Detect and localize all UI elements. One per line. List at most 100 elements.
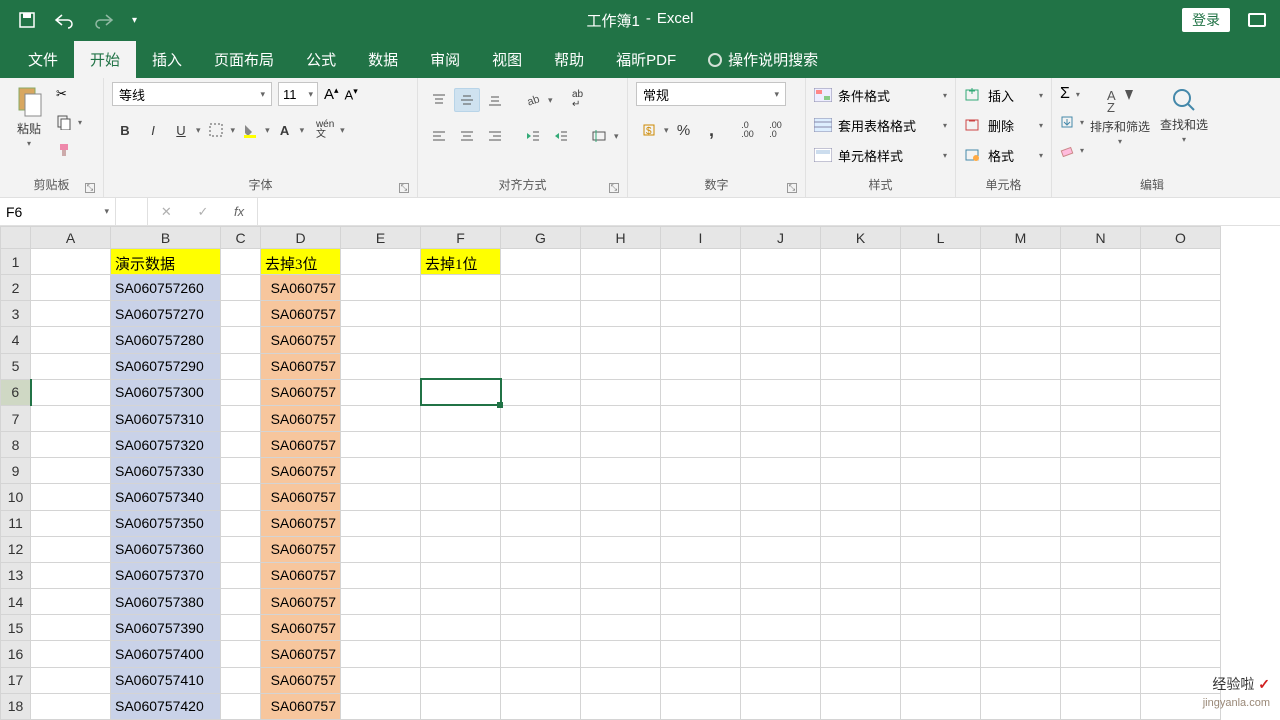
cell-J1[interactable] <box>741 249 821 275</box>
cell-N12[interactable] <box>1061 536 1141 562</box>
cell-M3[interactable] <box>981 301 1061 327</box>
undo-button[interactable] <box>52 11 76 29</box>
cut-button[interactable]: ✂ <box>56 82 82 106</box>
cell-H18[interactable] <box>581 693 661 719</box>
tab-home[interactable]: 开始 <box>74 41 136 78</box>
number-dialog-icon[interactable]: ⤡ <box>787 183 797 193</box>
qat-customize-icon[interactable]: ▾ <box>132 15 137 26</box>
cell-D9[interactable]: SA060757 <box>261 458 341 484</box>
cell-D18[interactable]: SA060757 <box>261 693 341 719</box>
cell-H12[interactable] <box>581 536 661 562</box>
col-header-H[interactable]: H <box>581 227 661 249</box>
cell-L14[interactable] <box>901 589 981 615</box>
cell-C5[interactable] <box>221 353 261 379</box>
cell-D14[interactable]: SA060757 <box>261 589 341 615</box>
cell-O15[interactable] <box>1141 615 1221 641</box>
cell-A11[interactable] <box>31 510 111 536</box>
cell-G1[interactable] <box>501 249 581 275</box>
cell-A9[interactable] <box>31 458 111 484</box>
cell-N3[interactable] <box>1061 301 1141 327</box>
cell-N16[interactable] <box>1061 641 1141 667</box>
cell-G4[interactable] <box>501 327 581 353</box>
cell-J5[interactable] <box>741 353 821 379</box>
align-bottom-button[interactable] <box>482 88 508 112</box>
cell-D12[interactable]: SA060757 <box>261 536 341 562</box>
cell-N15[interactable] <box>1061 615 1141 641</box>
cell-L5[interactable] <box>901 353 981 379</box>
cell-C10[interactable] <box>221 484 261 510</box>
cell-D2[interactable]: SA060757 <box>261 275 341 301</box>
cell-A1[interactable] <box>31 249 111 275</box>
cell-I13[interactable] <box>661 562 741 588</box>
col-header-G[interactable]: G <box>501 227 581 249</box>
cell-J3[interactable] <box>741 301 821 327</box>
cell-C18[interactable] <box>221 693 261 719</box>
row-header-18[interactable]: 18 <box>1 693 31 719</box>
redo-button[interactable] <box>92 11 116 29</box>
cell-K14[interactable] <box>821 589 901 615</box>
cell-E7[interactable] <box>341 405 421 431</box>
cell-K5[interactable] <box>821 353 901 379</box>
cell-E10[interactable] <box>341 484 421 510</box>
percent-button[interactable]: % <box>671 118 697 142</box>
cell-A14[interactable] <box>31 589 111 615</box>
row-header-7[interactable]: 7 <box>1 405 31 431</box>
cell-H4[interactable] <box>581 327 661 353</box>
italic-button[interactable]: I <box>140 118 166 142</box>
cell-G2[interactable] <box>501 275 581 301</box>
cell-E17[interactable] <box>341 667 421 693</box>
shrink-font-button[interactable]: A▾ <box>345 86 358 102</box>
row-header-14[interactable]: 14 <box>1 589 31 615</box>
cell-H16[interactable] <box>581 641 661 667</box>
fx-icon[interactable]: fx <box>234 204 244 219</box>
enter-icon[interactable]: ✓ <box>197 204 208 220</box>
cell-M6[interactable] <box>981 379 1061 405</box>
clear-button[interactable]: ▾ <box>1060 138 1084 162</box>
cell-H11[interactable] <box>581 510 661 536</box>
cell-H17[interactable] <box>581 667 661 693</box>
cell-M16[interactable] <box>981 641 1061 667</box>
cell-E8[interactable] <box>341 432 421 458</box>
cell-G13[interactable] <box>501 562 581 588</box>
cell-I1[interactable] <box>661 249 741 275</box>
tab-help[interactable]: 帮助 <box>538 41 600 78</box>
align-top-button[interactable] <box>426 88 452 112</box>
cell-D10[interactable]: SA060757 <box>261 484 341 510</box>
cell-J2[interactable] <box>741 275 821 301</box>
cell-B1[interactable]: 演示数据 <box>111 249 221 275</box>
cell-L11[interactable] <box>901 510 981 536</box>
cell-F18[interactable] <box>421 693 501 719</box>
cell-G3[interactable] <box>501 301 581 327</box>
col-header-C[interactable]: C <box>221 227 261 249</box>
cell-C4[interactable] <box>221 327 261 353</box>
fill-color-button[interactable] <box>237 118 263 142</box>
cell-L13[interactable] <box>901 562 981 588</box>
row-header-6[interactable]: 6 <box>1 379 31 405</box>
cell-L1[interactable] <box>901 249 981 275</box>
worksheet-grid[interactable]: ABCDEFGHIJKLMNO 1演示数据去掉3位去掉1位2SA06075726… <box>0 226 1280 720</box>
cell-E14[interactable] <box>341 589 421 615</box>
cell-O9[interactable] <box>1141 458 1221 484</box>
cell-K2[interactable] <box>821 275 901 301</box>
cell-F11[interactable] <box>421 510 501 536</box>
row-header-5[interactable]: 5 <box>1 353 31 379</box>
tab-data[interactable]: 数据 <box>352 41 414 78</box>
cell-H5[interactable] <box>581 353 661 379</box>
save-icon[interactable] <box>18 11 36 29</box>
cell-C12[interactable] <box>221 536 261 562</box>
cell-O12[interactable] <box>1141 536 1221 562</box>
cell-I7[interactable] <box>661 405 741 431</box>
cell-B8[interactable]: SA060757320 <box>111 432 221 458</box>
increase-decimal-button[interactable]: .0.00 <box>735 118 761 142</box>
cell-C14[interactable] <box>221 589 261 615</box>
cell-K4[interactable] <box>821 327 901 353</box>
grow-font-button[interactable]: A▴ <box>324 85 339 103</box>
cell-M5[interactable] <box>981 353 1061 379</box>
cell-G15[interactable] <box>501 615 581 641</box>
cell-I16[interactable] <box>661 641 741 667</box>
font-size-combo[interactable]: 11▾ <box>278 82 318 106</box>
row-header-16[interactable]: 16 <box>1 641 31 667</box>
align-left-button[interactable] <box>426 124 452 148</box>
cell-G11[interactable] <box>501 510 581 536</box>
cell-L10[interactable] <box>901 484 981 510</box>
